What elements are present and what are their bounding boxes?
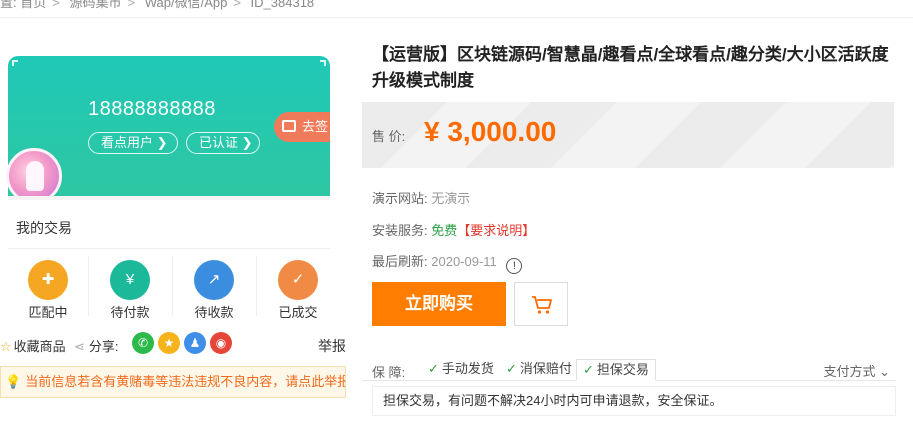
- notice-text: 当前信息若含有黄赌毒等违法违规不良内容，请点此举报!: [25, 374, 346, 389]
- demo-value: 无演示: [431, 191, 471, 206]
- check-icon: ✓: [583, 362, 594, 377]
- gift-icon: [282, 120, 296, 132]
- signin-label: 去签: [302, 119, 329, 134]
- breadcrumb-prefix: 置:: [0, 0, 17, 10]
- price-value: ¥ 3,000.00: [424, 116, 557, 147]
- phone-body: 我的交易 ✚ 匹配中 ¥ 待付款 ↗ 待收款 ✓ 已成交: [8, 196, 330, 318]
- install-requirements-link[interactable]: 【要求说明】: [457, 223, 535, 238]
- install-free: 免费: [431, 223, 458, 238]
- qzone-icon[interactable]: ★: [158, 332, 180, 354]
- trade-section-title: 我的交易: [16, 220, 72, 236]
- price-label: 售 价:: [372, 129, 406, 144]
- trade-item-label: 待付款: [110, 305, 150, 318]
- payment-method-dropdown[interactable]: 支付方式 ⌄: [823, 361, 890, 380]
- info-icon[interactable]: !: [506, 258, 523, 274]
- check-icon: ✓: [506, 361, 517, 376]
- trade-item-matching: ✚ 匹配中: [8, 252, 88, 318]
- price-box: 售 价: ¥ 3,000.00: [362, 102, 894, 168]
- cart-icon: [532, 296, 552, 314]
- breadcrumb-category[interactable]: Wap/微信/App: [145, 0, 228, 10]
- wechat-icon[interactable]: ✆: [132, 332, 154, 354]
- trade-item-pending-receipt: ↗ 待收款: [174, 252, 254, 318]
- guarantee-bar: 保 障: ✓ 手动发货 ✓ 消保赔付 ✓ 担保交易 支付方式 ⌄: [362, 357, 896, 381]
- share-row: ☆ 收藏商品 ⋖ 分享: ✆ ★ ♟ ◉ 举报: [0, 330, 350, 358]
- refresh-label: 最后刷新:: [372, 254, 428, 269]
- share-label: ⋖ 分享:: [74, 339, 119, 354]
- guarantee-label: 保 障:: [372, 365, 406, 380]
- guarantee-content: 担保交易，有问题不解决24小时内可申请退款，安全保证。: [372, 386, 896, 416]
- demo-row: 演示网站: 无演示: [372, 188, 470, 207]
- qq-icon[interactable]: ♟: [184, 332, 206, 354]
- refresh-value: 2020-09-11: [431, 254, 497, 269]
- shield-icon: ✚: [28, 260, 68, 300]
- tag-verified: 已认证 ❯: [186, 132, 260, 154]
- chart-icon: ↗: [194, 260, 234, 300]
- breadcrumb: 置: 首页 > 源码集市 > Wap/微信/App > ID_384318: [0, 0, 314, 10]
- check-icon: ✓: [428, 361, 439, 376]
- weibo-icon[interactable]: ◉: [210, 332, 232, 354]
- install-label: 安装服务:: [372, 223, 428, 238]
- add-to-cart-button[interactable]: [514, 282, 568, 326]
- tab-escrow[interactable]: ✓ 担保交易: [576, 359, 656, 381]
- trade-item-label: 待收款: [194, 305, 234, 318]
- breadcrumb-market[interactable]: 源码集市: [69, 0, 121, 10]
- tag-user: 看点用户 ❯: [88, 132, 178, 154]
- breadcrumb-id: ID_384318: [250, 0, 315, 10]
- product-preview-image[interactable]: 18888888888 看点用户 ❯ 已认证 ❯ 去签 我的交易 ✚ 匹配中 ¥…: [0, 56, 330, 318]
- share-icon: ⋖: [74, 339, 85, 354]
- favorite-label: 收藏商品: [13, 339, 66, 354]
- lightbulb-icon: 💡: [5, 374, 22, 389]
- chevron-down-icon: ⌄: [879, 364, 890, 379]
- buy-now-button[interactable]: 立即购买: [372, 282, 506, 326]
- top-divider: [0, 17, 913, 18]
- trade-item-pending-payment: ¥ 待付款: [90, 252, 170, 318]
- report-link[interactable]: 举报: [318, 336, 346, 356]
- favorite-button[interactable]: ☆ 收藏商品: [0, 336, 66, 355]
- trade-item-label: 匹配中: [28, 305, 68, 318]
- refresh-row: 最后刷新: 2020-09-11 !: [372, 251, 523, 274]
- trade-item-completed: ✓ 已成交: [258, 252, 330, 318]
- star-icon: ☆: [0, 339, 12, 354]
- install-row: 安装服务: 免费【要求说明】: [372, 220, 535, 239]
- trade-item-label: 已成交: [278, 305, 318, 318]
- money-bag-icon: ¥: [110, 260, 150, 300]
- tab-manual-delivery[interactable]: ✓ 手动发货: [424, 359, 498, 381]
- product-title: 【运营版】区块链源码/智慧晶/趣看点/全球看点/趣分类/大小区活跃度升级模式制度: [372, 45, 889, 90]
- phone-number: 18888888888: [88, 98, 216, 120]
- breadcrumb-home[interactable]: 首页: [20, 0, 46, 10]
- calendar-check-icon: ✓: [278, 260, 318, 300]
- demo-label: 演示网站:: [372, 191, 428, 206]
- trade-card: 我的交易 ✚ 匹配中 ¥ 待付款 ↗ 待收款 ✓ 已成交: [8, 200, 330, 318]
- tab-consumer-protection[interactable]: ✓ 消保赔付: [502, 359, 576, 381]
- signin-badge: 去签: [274, 112, 330, 142]
- report-notice[interactable]: 💡 当前信息若含有黄赌毒等违法违规不良内容，请点此举报!: [0, 366, 346, 398]
